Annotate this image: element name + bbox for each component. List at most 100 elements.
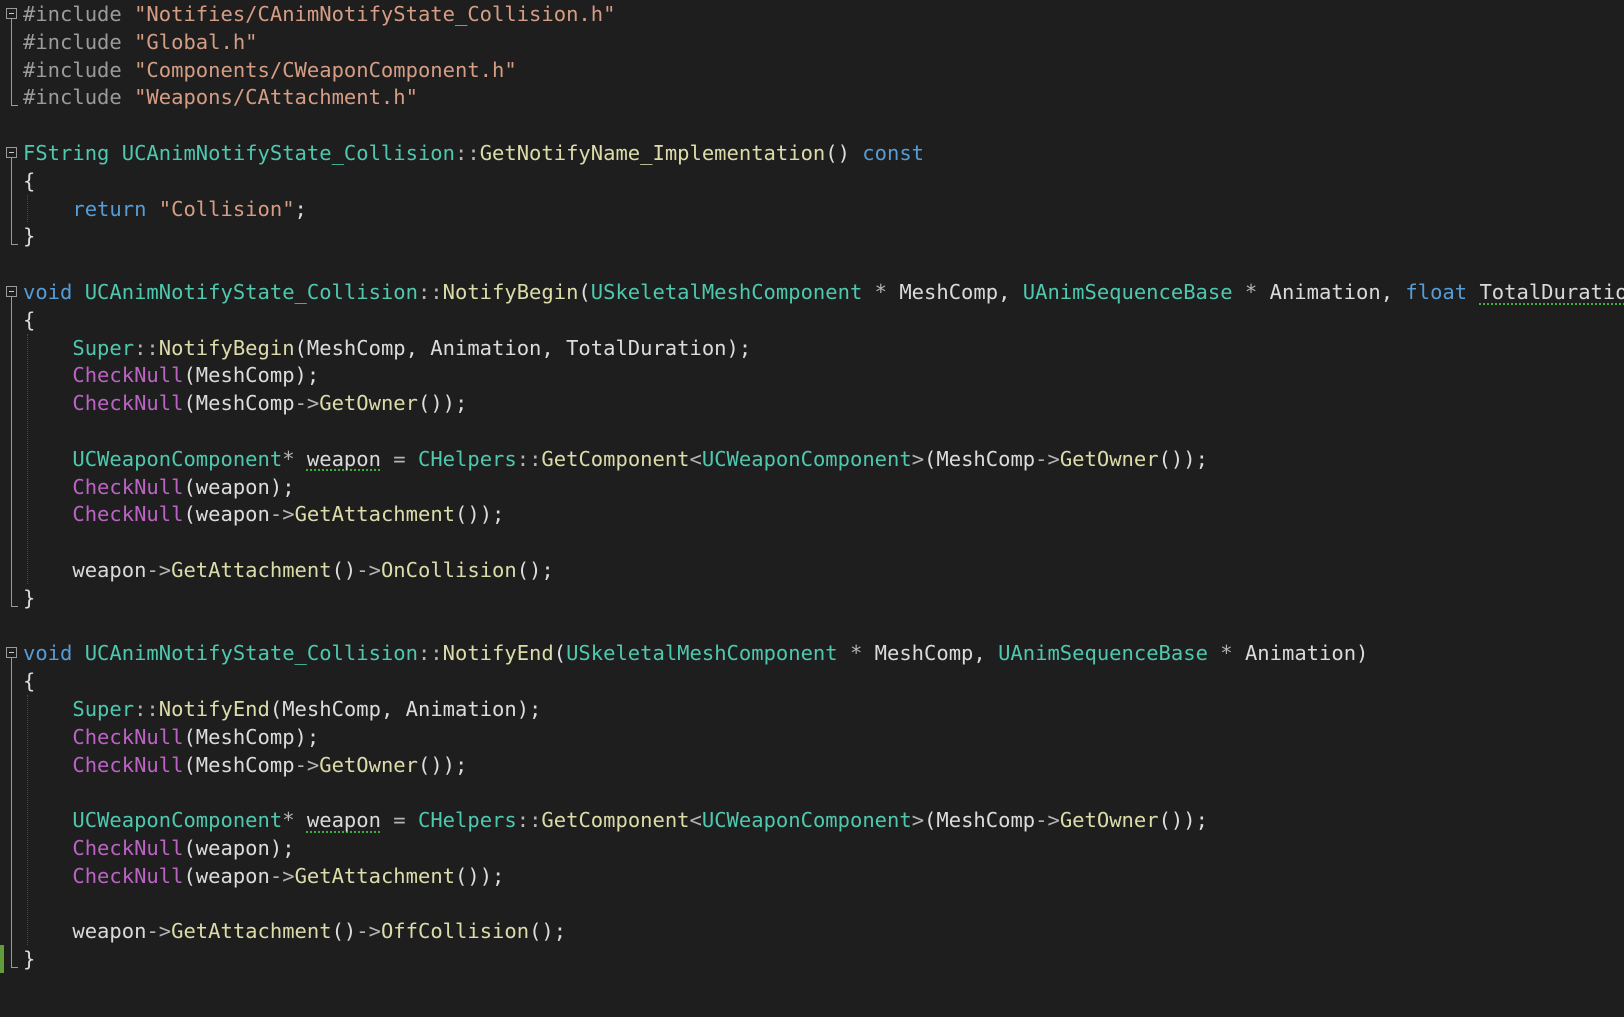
code-line[interactable]: #include "Components/CWeaponComponent.h" — [0, 56, 1624, 84]
code-token: -> — [356, 558, 381, 582]
code-line[interactable]: void UCAnimNotifyState_Collision::Notify… — [0, 639, 1624, 667]
code-token: MeshComp — [899, 280, 999, 304]
code-token: -> — [269, 502, 295, 527]
code-line[interactable]: Super::NotifyBegin(MeshComp, Animation, … — [0, 334, 1624, 362]
code-line[interactable]: #include "Weapons/CAttachment.h" — [0, 83, 1624, 111]
code-line-text: #include "Weapons/CAttachment.h" — [23, 83, 418, 111]
code-token: weapon — [306, 446, 381, 471]
code-token: -> — [269, 863, 295, 888]
code-token: GetOwner — [319, 391, 418, 416]
code-token: (MeshComp); — [183, 724, 320, 749]
code-token: weapon — [72, 919, 147, 944]
code-line[interactable]: } — [0, 222, 1624, 250]
code-token: TotalDuration — [1479, 280, 1624, 304]
code-token: (MeshComp — [183, 391, 295, 416]
code-token: void — [23, 280, 73, 304]
code-token: GetComponent — [541, 446, 690, 471]
code-line[interactable]: { — [0, 667, 1624, 695]
code-line[interactable] — [0, 612, 1624, 640]
code-token: USkeletalMeshComponent — [566, 641, 838, 666]
code-line[interactable]: #include "Global.h" — [0, 28, 1624, 56]
code-line[interactable] — [0, 890, 1624, 918]
code-line-text: weapon->GetAttachment()->OnCollision(); — [23, 556, 553, 584]
code-line[interactable]: CheckNull(MeshComp); — [0, 723, 1624, 751]
code-line-text: CheckNull(weapon->GetAttachment()); — [23, 862, 504, 890]
code-token: "Collision" — [158, 196, 295, 221]
code-token: CheckNull — [72, 863, 184, 888]
code-line[interactable]: Super::NotifyEnd(MeshComp, Animation); — [0, 695, 1624, 723]
code-token: GetAttachment — [294, 863, 456, 888]
code-line[interactable]: CheckNull(MeshComp->GetOwner()); — [0, 751, 1624, 779]
code-token: } — [23, 585, 36, 610]
code-line-text: CheckNull(MeshComp); — [23, 723, 319, 751]
code-token: ; — [294, 196, 307, 221]
code-token: ()); — [418, 752, 468, 777]
code-token: #include — [23, 29, 135, 54]
code-line-text: } — [23, 945, 35, 973]
code-line[interactable] — [0, 111, 1624, 139]
code-token: * — [1232, 280, 1270, 304]
code-line-text: void UCAnimNotifyState_Collision::Notify… — [23, 278, 1624, 306]
code-token: return — [72, 196, 147, 221]
code-line[interactable]: return "Collision"; — [0, 195, 1624, 223]
code-token: = — [380, 808, 418, 833]
code-token: ( — [553, 641, 567, 666]
code-line[interactable]: CheckNull(weapon); — [0, 834, 1624, 862]
code-token: Animation — [1269, 280, 1381, 304]
code-line[interactable]: UCWeaponComponent* weapon = CHelpers::Ge… — [0, 806, 1624, 834]
code-line[interactable]: } — [0, 945, 1624, 973]
code-line[interactable]: CheckNull(weapon->GetAttachment()); — [0, 500, 1624, 528]
code-token: GetOwner — [1059, 808, 1159, 833]
code-line[interactable] — [0, 250, 1624, 278]
code-token: UCWeaponComponent — [701, 446, 912, 471]
code-line[interactable]: void UCAnimNotifyState_Collision::Notify… — [0, 278, 1624, 306]
code-token: (weapon — [183, 863, 270, 888]
code-token: "Notifies/CAnimNotifyState_Collision.h" — [134, 2, 616, 26]
code-token: UCAnimNotifyState_Collision — [84, 641, 418, 666]
code-line[interactable]: CheckNull(weapon->GetAttachment()); — [0, 862, 1624, 890]
code-token: () — [331, 919, 357, 944]
code-line[interactable] — [0, 778, 1624, 806]
code-line[interactable]: UCWeaponComponent* weapon = CHelpers::Ge… — [0, 445, 1624, 473]
code-line[interactable]: weapon->GetAttachment()->OnCollision(); — [0, 556, 1624, 584]
code-token: GetOwner — [1059, 446, 1159, 471]
code-token: ()); — [455, 863, 505, 888]
code-token: (MeshComp, Animation, TotalDuration); — [294, 335, 752, 360]
code-token: ()); — [1158, 446, 1208, 471]
code-line[interactable]: { — [0, 167, 1624, 195]
code-token: , — [998, 280, 1023, 304]
code-line[interactable]: CheckNull(weapon); — [0, 473, 1624, 501]
code-token: CHelpers — [417, 808, 517, 833]
code-line[interactable]: weapon->GetAttachment()->OffCollision(); — [0, 917, 1624, 945]
code-line-text: return "Collision"; — [23, 195, 307, 223]
code-line[interactable] — [0, 528, 1624, 556]
code-line[interactable]: } — [0, 584, 1624, 612]
code-line[interactable]: CheckNull(MeshComp->GetOwner()); — [0, 389, 1624, 417]
code-line[interactable]: FString UCAnimNotifyState_Collision::Get… — [0, 139, 1624, 167]
code-line[interactable]: #include "Notifies/CAnimNotifyState_Coll… — [0, 0, 1624, 28]
code-line[interactable]: CheckNull(MeshComp); — [0, 361, 1624, 389]
code-line[interactable] — [0, 417, 1624, 445]
code-token: :: — [134, 335, 159, 360]
code-token: , — [973, 641, 999, 666]
code-token: :: — [455, 141, 480, 165]
code-token: CheckNull — [72, 836, 184, 860]
code-token: OnCollision — [380, 558, 517, 582]
code-line[interactable]: { — [0, 306, 1624, 334]
code-line-text: CheckNull(MeshComp->GetOwner()); — [23, 751, 467, 779]
code-editor[interactable]: #include "Notifies/CAnimNotifyState_Coll… — [0, 0, 1624, 1017]
code-token: Super — [72, 335, 135, 360]
code-token: NotifyBegin — [442, 280, 579, 304]
code-token: "Global.h" — [134, 29, 258, 54]
